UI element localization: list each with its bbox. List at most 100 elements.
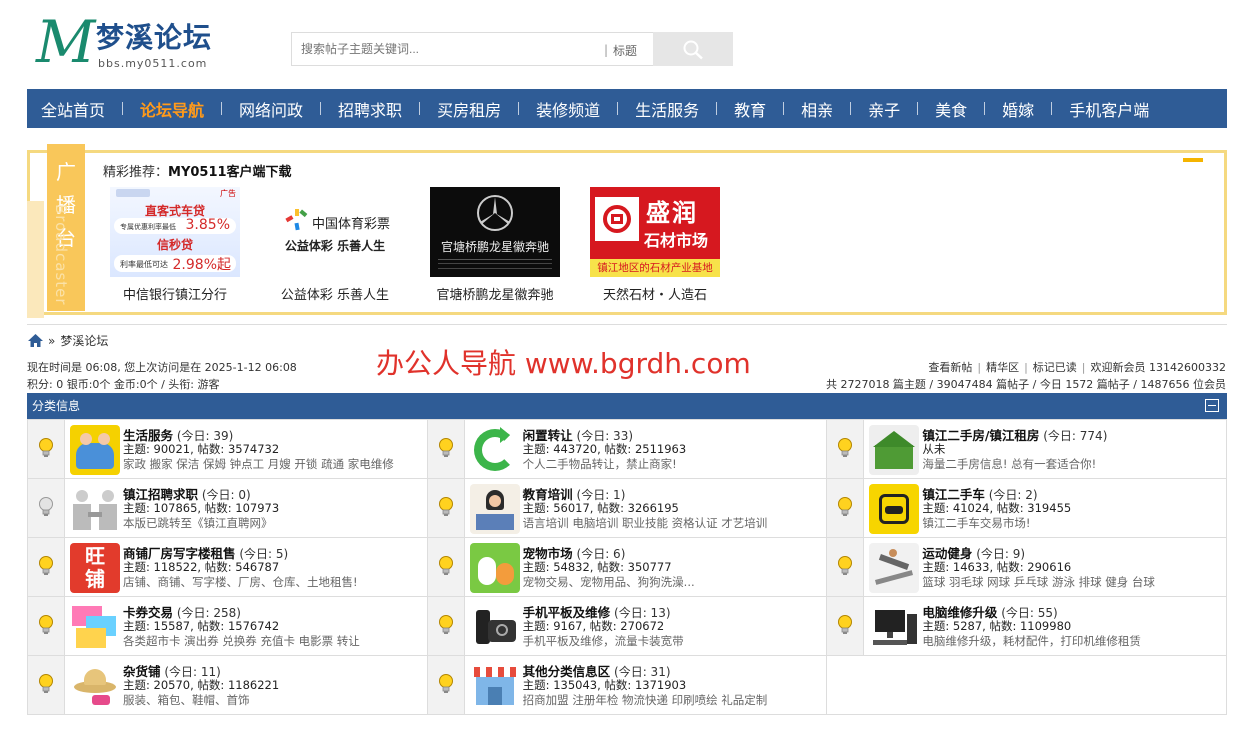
- forum-status: [427, 420, 465, 478]
- computer-icon[interactable]: [869, 602, 919, 652]
- stone-ad-slogan: 镇江地区的石材产业基地: [590, 259, 720, 277]
- page: M 梦溪论坛 bbs.my0511.com | 标题 全站首页论坛导航网络问政招…: [0, 0, 1241, 734]
- runner-icon[interactable]: [869, 543, 920, 593]
- forum-stats: 主题: 5287, 帖数: 1109980: [922, 619, 1072, 633]
- site-logo[interactable]: M 梦溪论坛 bbs.my0511.com: [36, 12, 226, 72]
- phone-camera-icon[interactable]: [470, 602, 520, 652]
- nav-divider: [518, 102, 520, 115]
- mercedes-logo-icon: [477, 195, 513, 231]
- bulb-on-icon: [438, 497, 453, 516]
- ad-image-bank[interactable]: 广告 直客式车贷 专属优惠利率最低 3.85% 信秒贷 利率最低可达 2.98%…: [110, 187, 240, 277]
- collapse-toggle-icon[interactable]: [1205, 399, 1219, 412]
- forum-status: [427, 479, 465, 537]
- broadcast-title: 精彩推荐：MY0511客户端下载: [103, 161, 292, 180]
- ad-caption-stone[interactable]: 天然石材・人造石: [580, 284, 730, 303]
- category-header: 分类信息: [27, 393, 1227, 419]
- broadcast-title-link[interactable]: MY0511客户端下载: [168, 165, 292, 180]
- nav-item[interactable]: 装修频道: [536, 97, 600, 121]
- forum-stats: 主题: 54832, 帖数: 350777: [522, 560, 672, 574]
- store-icon[interactable]: [469, 661, 520, 711]
- forum-description: 手机平板及维修，流量卡装宽带: [522, 634, 684, 648]
- ad-item-bank[interactable]: 广告 直客式车贷 专属优惠利率最低 3.85% 信秒贷 利率最低可达 2.98%…: [100, 187, 250, 303]
- forum-cell: 镇江二手车 (今日: 2) 主题: 41024, 帖数: 319455 镇江二手车交…: [827, 479, 1228, 538]
- forum-cell: 镇江招聘求职 (今日: 0) 主题: 107865, 帖数: 107973 本版已跳…: [28, 479, 428, 538]
- nav-item[interactable]: 相亲: [801, 97, 833, 121]
- search-scope-select[interactable]: 标题: [613, 42, 637, 59]
- car-icon[interactable]: [869, 484, 920, 534]
- nav-item[interactable]: 招聘求职: [338, 97, 402, 121]
- hat-icon[interactable]: [70, 661, 120, 711]
- broadcast-collapse-button[interactable]: [1183, 158, 1203, 162]
- nav-item[interactable]: 手机客户端: [1069, 97, 1149, 121]
- breadcrumb-current[interactable]: 梦溪论坛: [60, 332, 108, 349]
- broadcast-tab: 广播台 Broadcaster: [47, 144, 85, 311]
- nav-divider: [617, 102, 619, 115]
- ad-image-lottery[interactable]: 中国体育彩票 公益体彩 乐善人生: [270, 187, 400, 277]
- ad-image-stone[interactable]: 盛润 石材市场 镇江地区的石材产业基地: [590, 187, 720, 277]
- ad-item-lottery[interactable]: 中国体育彩票 公益体彩 乐善人生 公益体彩 乐善人生: [260, 187, 410, 303]
- ad-item-stone[interactable]: 盛润 石材市场 镇江地区的石材产业基地 天然石材・人造石: [580, 187, 730, 303]
- forum-status: [827, 479, 865, 537]
- forum-description: 店铺、商铺、写字楼、厂房、仓库、土地租售!: [123, 575, 358, 589]
- forum-description: 宠物交易、宠物用品、狗狗洗澡...: [522, 575, 695, 589]
- link-digest[interactable]: 精华区: [986, 361, 1019, 374]
- forum-description: 招商加盟 注册年检 物流快递 印刷喷绘 礼品定制: [522, 693, 768, 707]
- nav-divider: [984, 102, 986, 115]
- bulb-on-icon: [438, 615, 453, 634]
- nav-item[interactable]: 美食: [935, 97, 967, 121]
- ad-item-benz[interactable]: 官塘桥鹏龙星徽奔驰 官塘桥鹏龙星徽奔驰: [420, 187, 570, 303]
- welcome-new-member[interactable]: 欢迎新会员 13142600332: [1091, 361, 1226, 374]
- nav-item[interactable]: 亲子: [868, 97, 900, 121]
- nav-item[interactable]: 论坛导航: [140, 97, 204, 121]
- nav-item[interactable]: 教育: [734, 97, 766, 121]
- visit-time-info: 现在时间是 06:08, 您上次访问是在 2025-1-12 06:08: [27, 361, 297, 374]
- search-button[interactable]: [653, 32, 733, 66]
- ad-caption-lottery[interactable]: 公益体彩 乐善人生: [260, 284, 410, 303]
- search-input[interactable]: [292, 33, 602, 65]
- student-icon[interactable]: [469, 484, 520, 534]
- nav-divider: [716, 102, 718, 115]
- benz-ad-text: 官塘桥鹏龙星徽奔驰: [440, 240, 549, 254]
- recycle-icon[interactable]: [470, 425, 520, 475]
- lottery-logo-text: 中国体育彩票: [312, 217, 391, 232]
- link-new-posts[interactable]: 查看新帖: [928, 361, 972, 374]
- nav-item[interactable]: 买房租房: [437, 97, 501, 121]
- nav-divider: [419, 102, 421, 115]
- coupon-icon[interactable]: [70, 602, 120, 652]
- shop-icon[interactable]: 旺铺: [70, 543, 120, 593]
- watermark-text: 办公人导航 www.bgrdh.com: [376, 347, 751, 380]
- category-row: 卡券交易 (今日: 258) 主题: 15587, 帖数: 1576742 各类超市…: [28, 597, 1228, 656]
- search-bar: | 标题: [291, 32, 733, 66]
- forum-stats: 主题: 15587, 帖数: 1576742: [123, 619, 280, 633]
- nav-item[interactable]: 网络问政: [239, 97, 303, 121]
- forum-stats: 主题: 56017, 帖数: 3266195: [522, 501, 679, 515]
- lottery-slogan: 公益体彩 乐善人生: [284, 239, 386, 253]
- main-nav: 全站首页 论坛导航 网络问政 招聘求职 买房租房 装修频道 生活服务 教育 相亲 亲子 美食 婚嫁 手机…: [27, 89, 1227, 128]
- ad-caption-bank[interactable]: 中信银行镇江分行: [100, 284, 250, 303]
- home-icon[interactable]: [27, 333, 44, 348]
- nav-item[interactable]: 婚嫁: [1002, 97, 1034, 121]
- benz-ad-divider: [438, 259, 552, 260]
- nav-item[interactable]: 全站首页: [41, 97, 105, 121]
- quick-links: 查看新帖 | 精华区 | 标记已读 | 欢迎新会员 13142600332: [928, 361, 1226, 374]
- bulb-on-icon: [39, 556, 53, 575]
- nav-item[interactable]: 生活服务: [635, 97, 699, 121]
- bulb-off-icon: [39, 497, 53, 516]
- bulb-on-icon: [438, 438, 453, 457]
- forum-status: [427, 656, 465, 714]
- forum-status: [28, 656, 65, 714]
- pet-icon[interactable]: [469, 543, 520, 593]
- people-icon[interactable]: [70, 425, 120, 475]
- forum-cell: 手机平板及维修 (今日: 13) 主题: 9167, 帖数: 270672 手机平板…: [427, 597, 828, 656]
- ad-image-benz[interactable]: 官塘桥鹏龙星徽奔驰: [430, 187, 560, 277]
- handshake-icon[interactable]: [70, 484, 120, 534]
- forum-stats: 主题: 20570, 帖数: 1186221: [123, 678, 280, 692]
- logo-url: bbs.my0511.com: [98, 57, 208, 70]
- link-mark-read[interactable]: 标记已读: [1033, 361, 1077, 374]
- forum-stats: 主题: 9167, 帖数: 270672: [522, 619, 665, 633]
- forum-stats: 主题: 135043, 帖数: 1371903: [522, 678, 687, 692]
- house-icon[interactable]: [869, 425, 920, 475]
- broadcast-panel: 广播台 Broadcaster 精彩推荐：MY0511客户端下载 广告 直客式车…: [27, 144, 1227, 318]
- stone-ad-brand: 盛润: [646, 199, 698, 227]
- ad-caption-benz[interactable]: 官塘桥鹏龙星徽奔驰: [420, 284, 570, 303]
